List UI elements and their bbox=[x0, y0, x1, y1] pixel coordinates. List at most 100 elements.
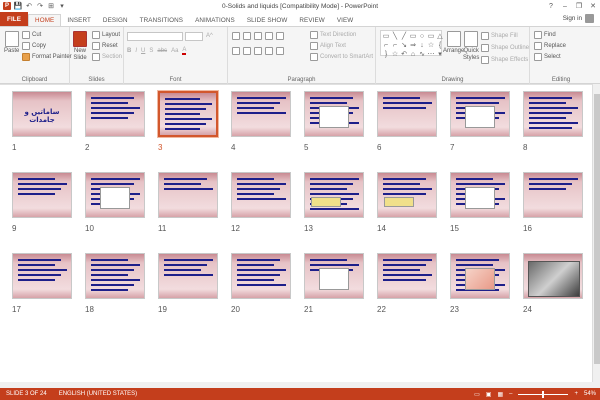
slide-thumbnail[interactable] bbox=[85, 172, 145, 218]
language-indicator[interactable]: ENGLISH (UNITED STATES) bbox=[53, 391, 143, 397]
tab-animations[interactable]: ANIMATIONS bbox=[189, 14, 241, 26]
help-icon[interactable]: ? bbox=[544, 0, 558, 12]
new-slide-button[interactable]: New Slide bbox=[73, 31, 87, 61]
slide-thumbnail[interactable] bbox=[377, 253, 437, 299]
close-button[interactable]: ✕ bbox=[586, 0, 600, 12]
wave-shape-icon[interactable]: ∿ bbox=[418, 50, 426, 58]
tab-transitions[interactable]: TRANSITIONS bbox=[134, 14, 189, 26]
rectangle-shape-icon[interactable]: ▭ bbox=[409, 32, 417, 40]
slide-thumbnail[interactable] bbox=[157, 90, 219, 138]
arrange-button[interactable]: Arrange bbox=[443, 31, 464, 54]
slide-thumbnail[interactable] bbox=[304, 172, 364, 218]
slide-thumbnail[interactable] bbox=[231, 172, 291, 218]
rectangle-shape-icon[interactable]: ▭ bbox=[427, 32, 435, 40]
tab-file[interactable]: FILE bbox=[0, 12, 29, 26]
change-case-button[interactable]: Aa bbox=[171, 48, 178, 54]
justify-icon[interactable] bbox=[265, 47, 273, 55]
normal-view-icon[interactable]: ▣ bbox=[486, 391, 492, 398]
curved-arrow-shape-icon[interactable]: ↶ bbox=[400, 50, 408, 58]
align-center-icon[interactable] bbox=[243, 47, 251, 55]
avatar[interactable] bbox=[585, 14, 594, 23]
slide-thumbnail[interactable] bbox=[523, 172, 583, 218]
slide-thumbnail[interactable] bbox=[450, 172, 510, 218]
increase-indent-icon[interactable] bbox=[265, 32, 273, 40]
slide-thumbnail[interactable] bbox=[377, 172, 437, 218]
slide-thumbnail[interactable] bbox=[85, 253, 145, 299]
zoom-level[interactable]: 54% bbox=[584, 391, 596, 397]
tab-insert[interactable]: INSERT bbox=[61, 14, 97, 26]
slide-thumbnail[interactable] bbox=[231, 91, 291, 137]
pentagon-shape-icon[interactable]: ⌂ bbox=[409, 50, 417, 58]
bold-button[interactable]: B bbox=[127, 48, 131, 54]
slide-thumbnail[interactable] bbox=[12, 253, 72, 299]
select-button[interactable]: Select bbox=[534, 53, 561, 61]
align-text-button[interactable]: Align Text bbox=[310, 42, 346, 50]
star-shape-icon[interactable]: ☆ bbox=[427, 41, 435, 49]
slide-thumbnail[interactable] bbox=[450, 253, 510, 299]
scrollbar-thumb[interactable] bbox=[594, 94, 600, 364]
text-direction-button[interactable]: Text Direction bbox=[310, 31, 356, 39]
align-right-icon[interactable] bbox=[254, 47, 262, 55]
format-painter-button[interactable]: Format Painter bbox=[22, 53, 72, 61]
minimize-button[interactable]: – bbox=[558, 0, 572, 12]
oval-shape-icon[interactable]: ○ bbox=[418, 32, 426, 40]
replace-button[interactable]: Replace bbox=[534, 42, 566, 50]
bullets-icon[interactable] bbox=[232, 32, 240, 40]
notes-icon[interactable]: ▭ bbox=[474, 391, 480, 398]
block-arrow-shape-icon[interactable]: ⇒ bbox=[409, 41, 417, 49]
italic-button[interactable]: I bbox=[135, 48, 137, 54]
zoom-out-button[interactable]: – bbox=[509, 391, 512, 397]
slide-thumbnail[interactable] bbox=[85, 91, 145, 137]
tab-slide-show[interactable]: SLIDE SHOW bbox=[241, 14, 294, 26]
undo-icon[interactable]: ↶ bbox=[25, 2, 33, 10]
slide-thumbnail[interactable] bbox=[377, 91, 437, 137]
zoom-slider-thumb[interactable] bbox=[542, 390, 545, 398]
columns-icon[interactable] bbox=[276, 47, 284, 55]
line-shape-icon[interactable]: ╲ bbox=[391, 32, 399, 40]
reset-button[interactable]: Reset bbox=[92, 42, 118, 50]
convert-smartart-button[interactable]: Convert to SmartArt bbox=[310, 53, 373, 61]
arrow-shape-icon[interactable]: ↘ bbox=[400, 41, 408, 49]
tab-design[interactable]: DESIGN bbox=[97, 14, 134, 26]
slide-thumbnail[interactable] bbox=[523, 253, 583, 299]
slide-thumbnail[interactable] bbox=[304, 91, 364, 137]
sorter-view-icon[interactable]: ▦ bbox=[497, 391, 503, 398]
shape-effects-button[interactable]: Shape Effects bbox=[481, 56, 528, 64]
shadow-button[interactable]: S bbox=[149, 48, 153, 54]
slide-thumbnail[interactable] bbox=[450, 91, 510, 137]
decrease-indent-icon[interactable] bbox=[254, 32, 262, 40]
slide-thumbnail[interactable] bbox=[523, 91, 583, 137]
rectangle-shape-icon[interactable]: ▭ bbox=[382, 32, 390, 40]
copy-button[interactable]: Copy bbox=[22, 42, 46, 50]
slide-thumbnail[interactable] bbox=[231, 253, 291, 299]
customize-qat-icon[interactable]: ▾ bbox=[58, 2, 66, 10]
font-color-button[interactable]: A bbox=[182, 47, 187, 55]
slide-thumbnail[interactable] bbox=[158, 253, 218, 299]
layout-button[interactable]: Layout bbox=[92, 31, 120, 39]
numbering-icon[interactable] bbox=[243, 32, 251, 40]
connector-shape-icon[interactable]: ⌐ bbox=[382, 41, 390, 49]
sign-in-link[interactable]: Sign in bbox=[563, 15, 582, 22]
grow-font-button[interactable]: A^ bbox=[206, 33, 213, 39]
find-button[interactable]: Find bbox=[534, 31, 556, 39]
zoom-slider[interactable] bbox=[518, 390, 569, 398]
start-slideshow-icon[interactable]: ⊞ bbox=[47, 2, 55, 10]
restore-button[interactable]: ❐ bbox=[572, 0, 586, 12]
slide-thumbnail[interactable]: ساماتیں و جامدات bbox=[12, 91, 72, 137]
slide-thumbnail[interactable] bbox=[304, 253, 364, 299]
shapes-gallery[interactable]: ▭ ╲ ╱ ▭ ○ ▭ △ ⌐ ⌐ ↘ ⇒ ↓ ☆ { } ☆ ↶ ⌂ ∿ ⋯ … bbox=[380, 30, 443, 58]
font-name-combo[interactable] bbox=[127, 32, 183, 41]
align-left-icon[interactable] bbox=[232, 47, 240, 55]
font-size-combo[interactable] bbox=[185, 32, 203, 41]
quick-styles-button[interactable]: Quick Styles bbox=[463, 31, 479, 61]
tab-home[interactable]: HOME bbox=[28, 14, 62, 26]
brace-shape-icon[interactable]: } bbox=[382, 50, 390, 58]
strikethrough-button[interactable]: abc bbox=[157, 48, 167, 54]
connector-shape-icon[interactable]: ⌐ bbox=[391, 41, 399, 49]
shape-outline-button[interactable]: Shape Outline bbox=[481, 44, 529, 52]
line-spacing-icon[interactable] bbox=[276, 32, 284, 40]
section-button[interactable]: Section bbox=[92, 53, 122, 61]
cut-button[interactable]: Cut bbox=[22, 31, 41, 39]
powerpoint-app-icon[interactable]: P bbox=[3, 2, 11, 10]
save-icon[interactable]: 💾 bbox=[14, 2, 23, 10]
